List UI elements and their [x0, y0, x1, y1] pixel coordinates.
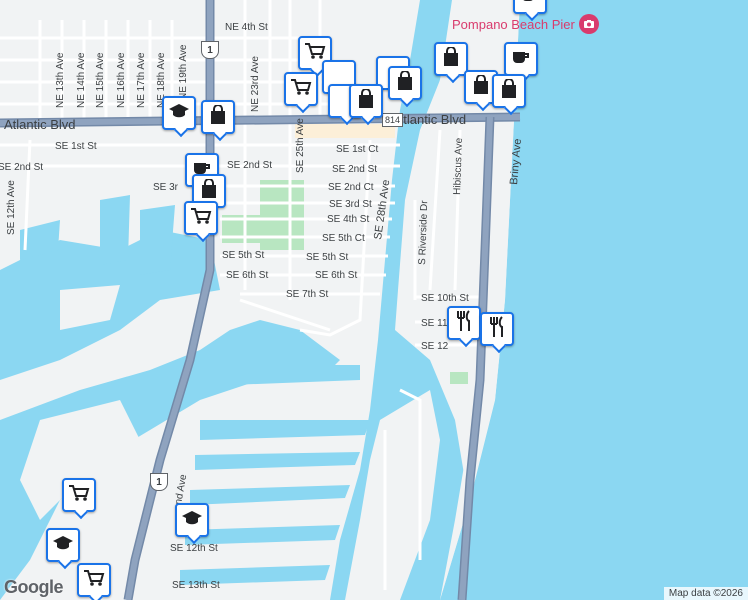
- label-ne-14th-ave: NE 14th Ave: [76, 52, 87, 108]
- label-ne-19th-ave: NE 19th Ave: [178, 44, 189, 100]
- camera-icon: [578, 14, 599, 34]
- label-se-2nd-st-west: SE 2nd St: [0, 162, 43, 173]
- shopping-cart-icon: [290, 78, 312, 101]
- coffee-marker-top[interactable]: [513, 0, 547, 14]
- label-se-12th-st: SE 12th St: [170, 543, 218, 554]
- park-3: [450, 372, 468, 384]
- label-se-11th-st: SE 11: [421, 318, 448, 329]
- shopping-bag-marker-6[interactable]: [201, 100, 235, 134]
- school-icon: [52, 535, 74, 556]
- label-se-13th-st: SE 13th St: [172, 580, 220, 591]
- coffee-icon: [511, 49, 531, 70]
- label-se-1st-ct: SE 1st Ct: [336, 144, 378, 155]
- school-icon: [181, 510, 203, 531]
- map-attribution[interactable]: Map data ©2026: [663, 587, 748, 600]
- shopping-bag-icon: [500, 77, 518, 104]
- google-logo[interactable]: Google: [4, 577, 64, 598]
- label-ne-13th-ave: NE 13th Ave: [55, 52, 66, 108]
- shopping-cart-icon: [190, 207, 212, 230]
- label-se-12th-st-east: SE 12: [421, 341, 449, 352]
- label-se-4th-st: SE 4th St: [327, 214, 369, 225]
- shopping-bag-marker-5[interactable]: [349, 84, 383, 118]
- school-icon: [168, 103, 190, 124]
- us-1-shield-north: 1: [201, 41, 219, 59]
- shopping-bag-icon: [200, 177, 218, 204]
- label-ne-15th-ave: NE 15th Ave: [95, 52, 106, 108]
- route-814-badge-east: 814: [382, 113, 404, 127]
- label-se-5th-st: SE 5th St: [306, 252, 348, 263]
- label-se-2nd-st: SE 2nd St: [227, 160, 272, 171]
- park-1: [260, 180, 304, 250]
- restaurant-icon: [488, 315, 506, 343]
- shopping-cart-marker-2[interactable]: [284, 72, 318, 106]
- label-ne-16th-ave: NE 16th Ave: [116, 52, 127, 108]
- label-ne-23rd-ave: NE 23rd Ave: [250, 56, 261, 112]
- shopping-bag-icon: [357, 87, 375, 114]
- label-se-2nd-ct: SE 2nd Ct: [328, 182, 374, 193]
- shopping-bag-icon: [209, 103, 227, 130]
- shopping-bag-marker-1[interactable]: [434, 42, 468, 76]
- school-marker-3[interactable]: [46, 528, 80, 562]
- label-atlantic-blvd: Atlantic Blvd: [4, 117, 76, 132]
- label-ne-4th-st: NE 4th St: [225, 22, 268, 33]
- label-se-5th-ct: SE 5th Ct: [322, 233, 365, 244]
- restaurant-icon: [455, 309, 473, 337]
- restaurant-marker-1[interactable]: [447, 306, 481, 340]
- label-se-10th-st: SE 10th St: [421, 293, 469, 304]
- us-1-shield-south: 1: [150, 473, 168, 491]
- school-marker-1[interactable]: [162, 96, 196, 130]
- shopping-cart-marker-3[interactable]: [184, 201, 218, 235]
- label-se-7th-st: SE 7th St: [286, 289, 328, 300]
- school-marker-2[interactable]: [175, 503, 209, 537]
- shopping-bag-icon: [442, 45, 460, 72]
- shopping-bag-icon: [472, 73, 490, 100]
- label-s-riverside-dr: S Riverside Dr: [417, 200, 430, 265]
- label-nd-ave: nd Ave: [173, 473, 189, 505]
- map-canvas[interactable]: NE 4th St NE 13th Ave NE 14th Ave NE 15t…: [0, 0, 748, 600]
- restaurant-marker-2[interactable]: [480, 312, 514, 346]
- label-hibiscus-ave: Hibiscus Ave: [452, 137, 465, 195]
- shopping-bag-marker-3[interactable]: [492, 74, 526, 108]
- pier-label: Pompano Beach Pier: [452, 16, 575, 32]
- label-se-5th-st-west: SE 5th St: [222, 250, 264, 261]
- label-se-3rd-st: SE 3rd St: [329, 199, 372, 210]
- label-se-3rd-st-west: SE 3r: [153, 182, 179, 193]
- shopping-bag-marker-4[interactable]: [388, 66, 422, 100]
- commercial-area: [295, 124, 395, 138]
- label-se-25th-ave: SE 25th Ave: [295, 118, 306, 173]
- shopping-bag-icon: [396, 69, 414, 96]
- coffee-icon: [520, 0, 540, 8]
- label-se-12th-ave: SE 12th Ave: [6, 180, 17, 235]
- label-se-1st-st: SE 1st St: [55, 141, 97, 152]
- coffee-marker-beach[interactable]: [504, 42, 538, 76]
- shopping-cart-marker-4[interactable]: [62, 478, 96, 512]
- label-se-2nd-st-east: SE 2nd St: [332, 164, 377, 175]
- shopping-cart-icon: [68, 484, 90, 507]
- pompano-beach-pier[interactable]: Pompano Beach Pier: [452, 14, 599, 34]
- label-se-6th-st: SE 6th St: [315, 270, 357, 281]
- label-ne-17th-ave: NE 17th Ave: [136, 52, 147, 108]
- shopping-cart-marker-5[interactable]: [77, 563, 111, 597]
- shopping-cart-icon: [83, 569, 105, 592]
- label-se-6th-st-west: SE 6th St: [226, 270, 268, 281]
